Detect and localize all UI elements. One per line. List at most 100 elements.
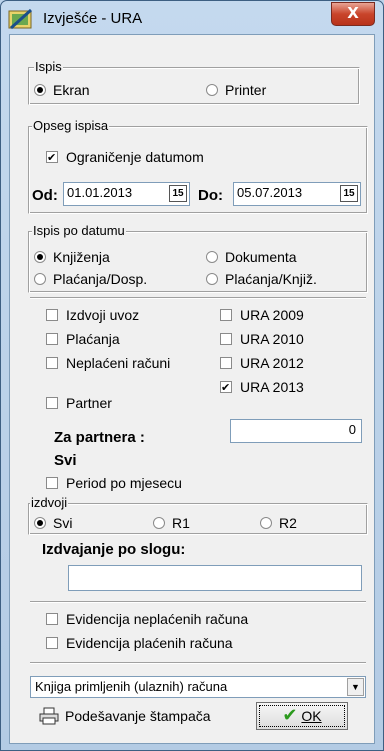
close-icon: X	[347, 4, 359, 22]
izdvoji-uvoz-checkbox[interactable]: Izdvoji uvoz	[46, 307, 139, 324]
dialog-body: Ispis Ekran Printer Opseg ispisa Ogranič…	[9, 34, 375, 744]
svi-label: Svi	[53, 515, 73, 531]
izdvoji-uvoz-check	[46, 309, 58, 321]
izdvoji-legend: izdvoji	[30, 495, 69, 511]
knjizenja-radio-dot	[34, 251, 46, 263]
knjizenja-radio[interactable]: Knjiženja	[34, 249, 110, 266]
ekran-radio-dot	[34, 84, 46, 96]
neplaceni-label: Neplaćeni računi	[66, 355, 171, 371]
od-date-field[interactable]: 01.01.2013 15	[63, 182, 190, 206]
placanja-dosp-radio-dot	[34, 273, 46, 285]
ispis-legend: Ispis	[34, 59, 63, 75]
partner-name: Svi	[54, 452, 77, 469]
dialog-window: Izvješće - URA X Ispis Ekran Printer Ops…	[0, 0, 384, 751]
slog-label: Izdvajanje po slogu:	[42, 541, 186, 558]
divider	[30, 601, 366, 603]
neplaceni-checkbox[interactable]: Neplaćeni računi	[46, 355, 170, 372]
app-icon	[8, 8, 33, 30]
dokumenta-label: Dokumenta	[225, 249, 297, 265]
partner-checkbox[interactable]: Partner	[46, 395, 112, 412]
divider	[30, 662, 366, 664]
ura-2009-label: URA 2009	[240, 307, 304, 323]
ekran-radio[interactable]: Ekran	[34, 82, 90, 99]
od-label: Od:	[32, 187, 58, 204]
r1-radio[interactable]: R1	[153, 515, 190, 532]
partner-field[interactable]: 0	[230, 419, 362, 443]
calendar-icon[interactable]: 15	[169, 185, 187, 202]
slog-field[interactable]	[68, 565, 362, 591]
placanja-knjiz-label: Plaćanja/Knjiž.	[225, 271, 317, 287]
do-date-field[interactable]: 05.07.2013 15	[233, 182, 361, 206]
od-date-value: 01.01.2013	[67, 185, 133, 200]
placanja-knjiz-radio[interactable]: Plaćanja/Knjiž.	[206, 271, 317, 288]
za-partnera-label: Za partnera :	[54, 429, 145, 446]
ekran-label: Ekran	[53, 82, 90, 98]
po-datumu-legend: Ispis po datumu	[32, 223, 126, 239]
printer-icon	[39, 707, 59, 725]
ogranicenje-label: Ograničenje datumom	[66, 149, 204, 165]
izdvoji-uvoz-label: Izdvoji uvoz	[66, 307, 140, 323]
opseg-legend: Opseg ispisa	[32, 118, 110, 134]
placanja-label: Plaćanja	[66, 331, 120, 347]
partner-check	[46, 397, 58, 409]
svi-radio[interactable]: Svi	[34, 515, 72, 532]
calendar-icon[interactable]: 15	[340, 185, 358, 202]
partner-label: Partner	[66, 395, 112, 411]
neplaceni-check	[46, 357, 58, 369]
partner-value: 0	[348, 422, 356, 437]
period-label: Period po mjesecu	[66, 475, 182, 491]
r2-label: R2	[279, 515, 297, 531]
placanja-knjiz-radio-dot	[206, 273, 218, 285]
printer-radio-dot	[206, 84, 218, 96]
izdvoji-group: izdvoji	[28, 495, 368, 535]
ok-label: OK	[301, 708, 322, 724]
report-select-value: Knjiga primljenih (ulaznih) računa	[35, 679, 228, 694]
placanja-check	[46, 333, 58, 345]
evidencija-placenih-label: Evidencija plaćenih računa	[66, 635, 233, 651]
printer-radio[interactable]: Printer	[206, 82, 266, 99]
print-settings-label: Podešavanje štampača	[65, 708, 211, 724]
dokumenta-radio[interactable]: Dokumenta	[206, 249, 297, 266]
do-label: Do:	[198, 187, 223, 204]
dokumenta-radio-dot	[206, 251, 218, 263]
period-check	[46, 477, 58, 489]
r2-radio[interactable]: R2	[260, 515, 297, 532]
divider	[30, 297, 366, 299]
ura-2013-checkbox[interactable]: URA 2013	[220, 379, 304, 396]
evidencija-placenih-check	[46, 637, 58, 649]
period-checkbox[interactable]: Period po mjesecu	[46, 475, 182, 492]
ura-2012-check	[220, 357, 232, 369]
ura-2010-check	[220, 333, 232, 345]
ura-2010-checkbox[interactable]: URA 2010	[220, 331, 304, 348]
ura-2012-checkbox[interactable]: URA 2012	[220, 355, 304, 372]
svi-radio-dot	[34, 517, 46, 529]
ura-2009-checkbox[interactable]: URA 2009	[220, 307, 304, 324]
ura-2013-check	[220, 379, 232, 396]
evidencija-neplacenih-check	[46, 613, 58, 625]
do-date-value: 05.07.2013	[237, 185, 303, 200]
checkmark-icon: ✔	[282, 705, 298, 726]
ura-2012-label: URA 2012	[240, 355, 304, 371]
r1-label: R1	[172, 515, 190, 531]
evidencija-neplacenih-label: Evidencija neplaćenih računa	[66, 611, 249, 627]
print-settings-button[interactable]: Podešavanje štampača	[30, 702, 248, 730]
evidencija-neplacenih-checkbox[interactable]: Evidencija neplaćenih računa	[46, 611, 248, 628]
window-title: Izvješće - URA	[43, 10, 143, 27]
r2-radio-dot	[260, 517, 272, 529]
evidencija-placenih-checkbox[interactable]: Evidencija plaćenih računa	[46, 635, 233, 652]
chevron-down-icon[interactable]: ▼	[347, 678, 364, 696]
placanja-dosp-label: Plaćanja/Dosp.	[53, 271, 148, 287]
placanja-dosp-radio[interactable]: Plaćanja/Dosp.	[34, 271, 147, 288]
report-select[interactable]: Knjiga primljenih (ulaznih) računa ▼	[30, 676, 366, 698]
ogranicenje-check	[46, 149, 58, 166]
knjizenja-label: Knjiženja	[53, 249, 110, 265]
ura-2013-label: URA 2013	[240, 379, 304, 395]
ura-2009-check	[220, 309, 232, 321]
ogranicenje-checkbox[interactable]: Ograničenje datumom	[46, 149, 204, 166]
title-bar[interactable]: Izvješće - URA X	[1, 1, 383, 35]
close-button[interactable]: X	[331, 2, 375, 26]
placanja-checkbox[interactable]: Plaćanja	[46, 331, 120, 348]
ura-2010-label: URA 2010	[240, 331, 304, 347]
printer-label: Printer	[225, 82, 267, 98]
ok-button[interactable]: ✔ OK	[256, 702, 348, 730]
